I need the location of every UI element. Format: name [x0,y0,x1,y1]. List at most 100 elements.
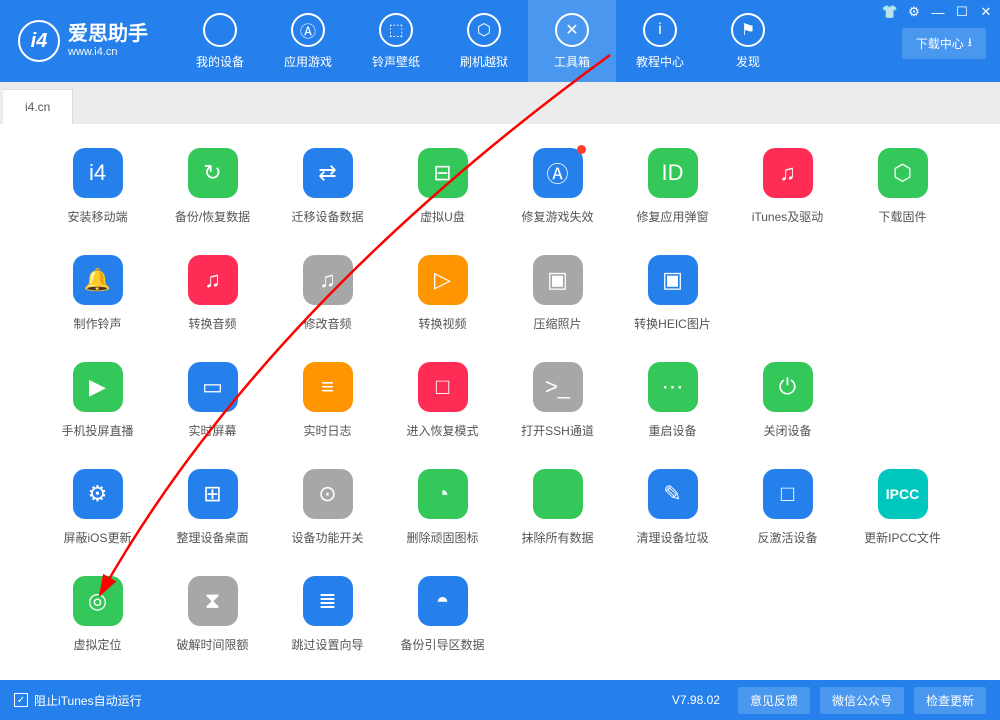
tool-label: 实时日志 [303,422,351,439]
tool-item[interactable]: ≡实时日志 [270,362,385,439]
nav-icon: Ⓐ [291,13,325,47]
tool-label: 打开SSH通道 [521,422,594,439]
tool-label: 备份/恢复数据 [175,208,250,225]
feedback-button[interactable]: 意见反馈 [738,687,810,714]
tool-label: 转换音频 [188,315,236,332]
nav-icon: ⬡ [467,13,501,47]
tool-label: 转换HEIC图片 [634,315,711,332]
tool-label: 压缩照片 [533,315,581,332]
tool-label: iTunes及驱动 [752,208,824,225]
tool-item[interactable]: ◔ 删除顽固图标 [385,469,500,546]
tool-label: 跳过设置向导 [291,636,363,653]
tool-icon: ⬡ [878,148,928,198]
nav-icon: i [643,13,677,47]
tool-label: 修改音频 [303,315,351,332]
tool-icon: ♫ [763,148,813,198]
tool-item[interactable]: Ⓐ修复游戏失效 [500,148,615,225]
nav-label: 工具箱 [554,53,590,70]
tool-item[interactable]: ID 修复应用弹窗 [615,148,730,225]
tool-item[interactable]: ▶ 手机投屏直播 [40,362,155,439]
tool-item[interactable]: ⋯重启设备 [615,362,730,439]
tab-bar: i4.cn [0,82,1000,124]
tool-item[interactable]: ⊟虚拟U盘 [385,148,500,225]
nav-item-2[interactable]: ⬚ 铃声壁纸 [352,0,440,82]
nav-item-0[interactable]: 我的设备 [176,0,264,82]
tool-item[interactable]: 抹除所有数据 [500,469,615,546]
tool-label: 虚拟U盘 [420,208,465,225]
tool-label: 屏蔽iOS更新 [63,529,131,546]
tool-icon: ▣ [648,255,698,305]
wechat-button[interactable]: 微信公众号 [820,687,904,714]
tool-item[interactable]: ↻备份/恢复数据 [155,148,270,225]
logo: i4 爱思助手 www.i4.cn [18,20,148,62]
tool-item[interactable]: ▣压缩照片 [500,255,615,332]
tool-item[interactable]: ✎清理设备垃圾 [615,469,730,546]
nav-label: 教程中心 [636,53,684,70]
tool-item[interactable]: ♫修改音频 [270,255,385,332]
tool-item[interactable]: 🔔制作铃声 [40,255,155,332]
tool-item[interactable]: ▣ 转换HEIC图片 [615,255,730,332]
tool-item[interactable]: i4 安装移动端 [40,148,155,225]
nav-label: 铃声壁纸 [372,53,420,70]
window-controls: 👕 ⚙ — ☐ ✕ [882,4,994,20]
tool-icon: □ [763,469,813,519]
tool-item[interactable]: ⊞整理设备桌面 [155,469,270,546]
tool-icon: ⇄ [303,148,353,198]
nav-item-4[interactable]: ✕工具箱 [528,0,616,82]
tool-label: 破解时间限额 [176,636,248,653]
tool-label: 实时屏幕 [188,422,236,439]
tool-label: 下载固件 [878,208,926,225]
tool-icon: Ⓐ [533,148,583,198]
settings-icon[interactable]: ⚙ [906,4,922,20]
tool-item[interactable]: >_ 打开SSH通道 [500,362,615,439]
tool-label: 安装移动端 [67,208,127,225]
tool-item[interactable]: ▷转换视频 [385,255,500,332]
footer: ✓ 阻止iTunes自动运行 V7.98.02 意见反馈 微信公众号 检查更新 [0,680,1000,720]
tool-item[interactable]: ▭实时屏幕 [155,362,270,439]
tool-label: 进入恢复模式 [406,422,478,439]
logo-icon: i4 [18,20,60,62]
block-itunes-checkbox[interactable]: ✓ 阻止iTunes自动运行 [14,692,142,709]
tool-item[interactable]: ♫ iTunes及驱动 [730,148,845,225]
tool-icon: □ [418,362,468,412]
tool-item[interactable]: ⊙设备功能开关 [270,469,385,546]
download-center-button[interactable]: 下载中心 ⭳ [902,28,986,59]
tool-icon: ⏻ [763,362,813,412]
tool-item[interactable]: ⇄迁移设备数据 [270,148,385,225]
tool-label: 手机投屏直播 [61,422,133,439]
tool-label: 修复应用弹窗 [636,208,708,225]
download-icon: ⭳ [968,33,972,54]
nav-item-6[interactable]: ⚑发现 [704,0,792,82]
tool-icon: ⊞ [188,469,238,519]
tool-item[interactable]: ◎虚拟定位 [40,576,155,653]
tool-icon: ≣ [303,576,353,626]
shirt-icon[interactable]: 👕 [882,4,898,20]
tool-item[interactable]: □ 进入恢复模式 [385,362,500,439]
nav-icon: ⬚ [379,13,413,47]
tab-i4cn[interactable]: i4.cn [3,89,73,124]
tool-icon: ◔ [418,469,468,519]
tool-item[interactable]: IPCC更新IPCC文件 [845,469,960,546]
tool-item[interactable]: ⏻关闭设备 [730,362,845,439]
tool-icon: i4 [73,148,123,198]
tool-item[interactable]: ♫转换音频 [155,255,270,332]
close-icon[interactable]: ✕ [978,4,994,20]
nav-item-5[interactable]: i 教程中心 [616,0,704,82]
tool-icon: ▷ [418,255,468,305]
minimize-icon[interactable]: — [930,4,946,20]
tool-item[interactable]: ◓备份引导区数据 [385,576,500,653]
maximize-icon[interactable]: ☐ [954,4,970,20]
tool-item[interactable]: ⚙屏蔽iOS更新 [40,469,155,546]
tool-label: 反激活设备 [757,529,817,546]
update-button[interactable]: 检查更新 [914,687,986,714]
nav-item-1[interactable]: Ⓐ应用游戏 [264,0,352,82]
tool-item[interactable]: □ 反激活设备 [730,469,845,546]
tool-icon: ▶ [73,362,123,412]
tool-item[interactable]: ⧗破解时间限额 [155,576,270,653]
tool-label: 删除顽固图标 [406,529,478,546]
tool-icon: >_ [533,362,583,412]
tool-item[interactable]: ≣ 跳过设置向导 [270,576,385,653]
tool-item[interactable]: ⬡ 下载固件 [845,148,960,225]
tool-icon: ID [648,148,698,198]
nav-item-3[interactable]: ⬡刷机越狱 [440,0,528,82]
